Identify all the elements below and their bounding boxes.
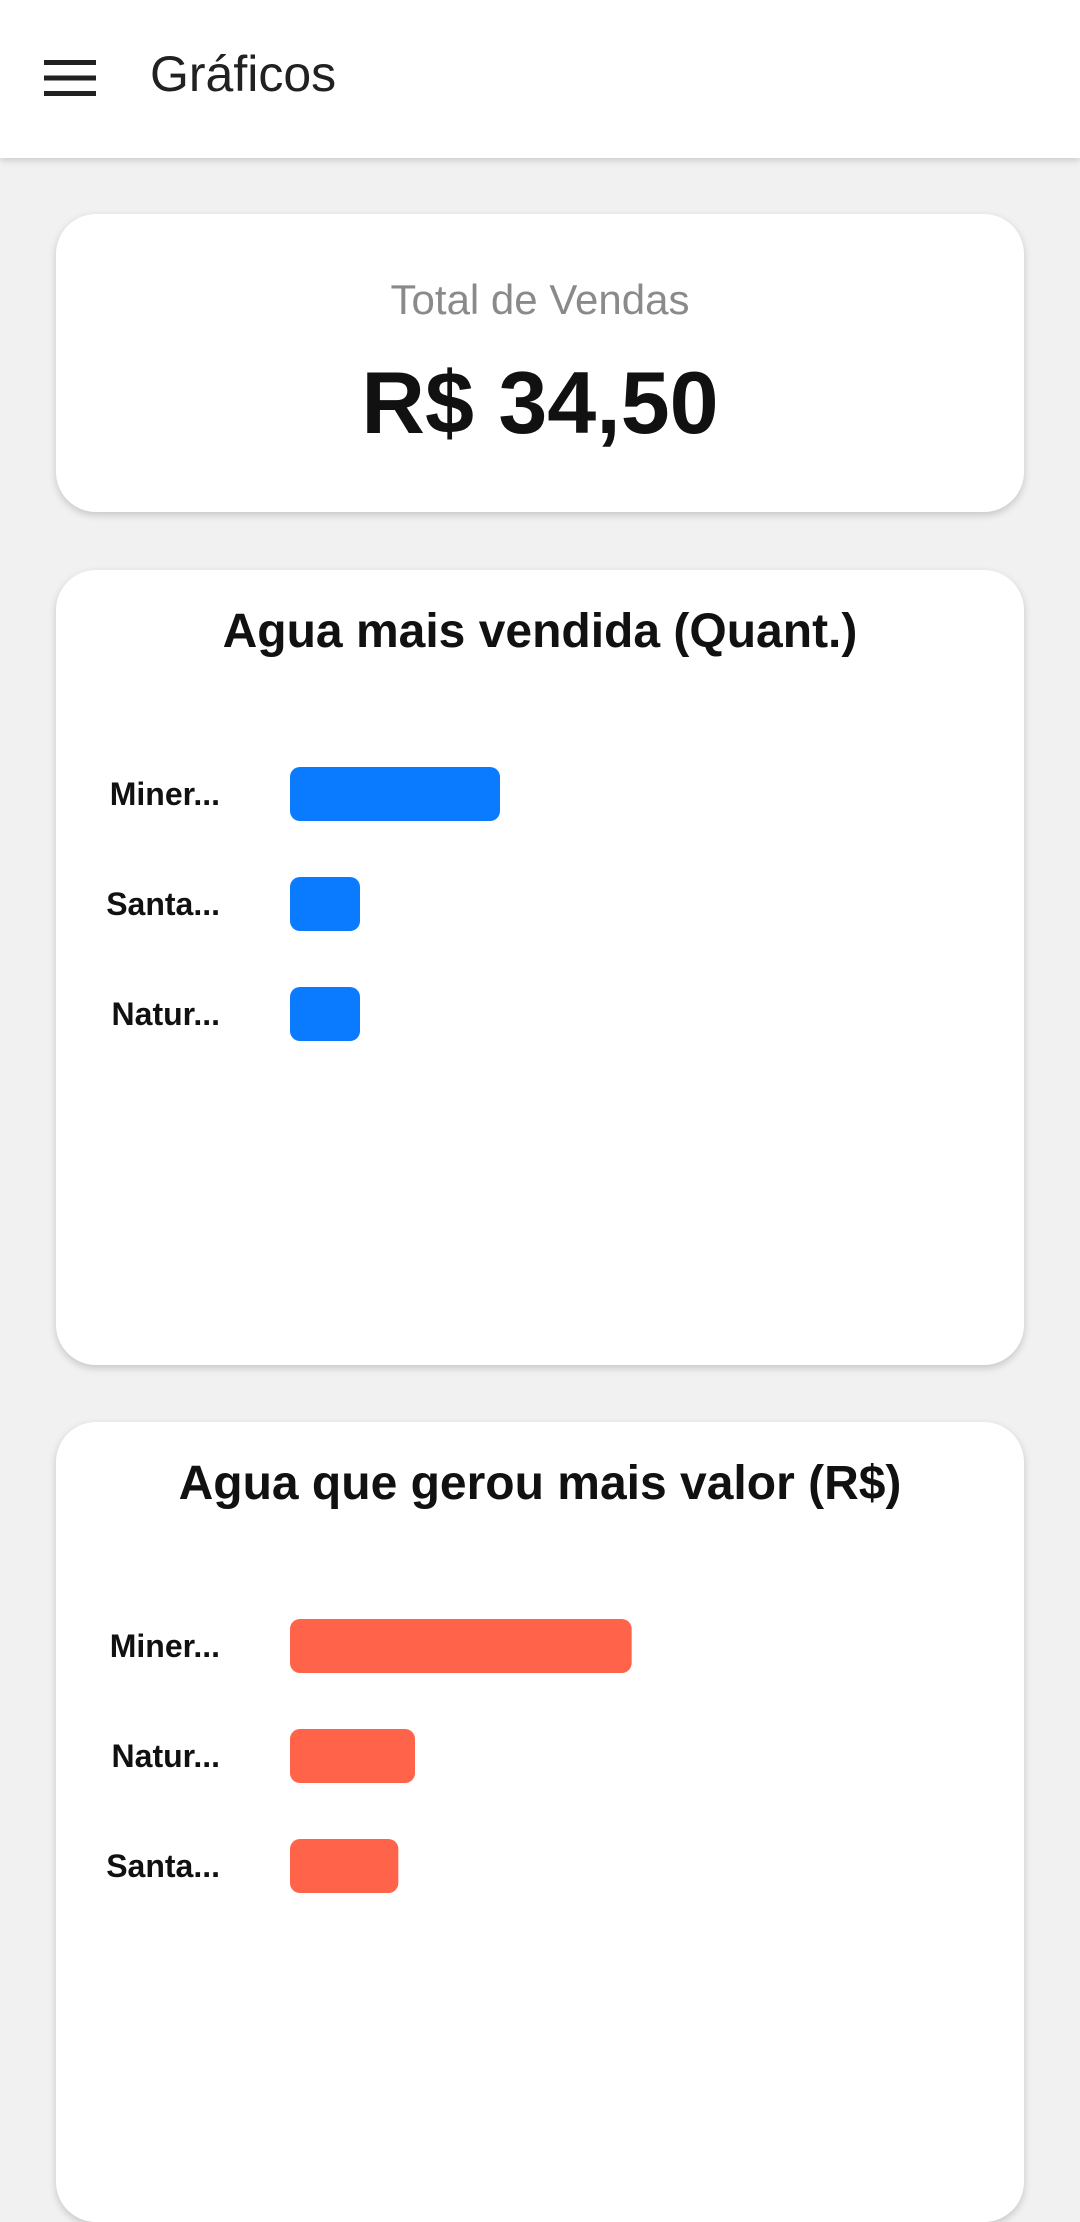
bar-label-quantity-2: Natur... [112,996,220,1032]
quantity-chart-card: Agua mais vendida (Quant.) Miner... Santa… [56,570,1024,1365]
bar-quantity-1 [290,877,360,931]
total-sales-card: Total de Vendas R$ 34,50 [56,214,1024,512]
bar-label-quantity-1: Santa... [106,886,220,922]
bar-label-value-1: Natur... [112,1738,220,1774]
bar-label-value-0: Miner... [110,1628,220,1664]
bar-value-0 [290,1619,632,1673]
app-bar: Gráficos [0,0,1080,158]
bar-quantity-2 [290,987,360,1041]
page-title: Gráficos [150,46,337,102]
bar-quantity-0 [290,767,500,821]
value-chart-card: Agua que gerou mais valor (R$) Miner... N… [56,1422,1024,2222]
quantity-bar-chart: Miner... Santa... Natur... [106,767,500,1041]
bar-label-value-2: Santa... [106,1848,220,1884]
bar-value-1 [290,1729,415,1783]
total-sales-value: R$ 34,50 [361,353,719,452]
bar-value-2 [290,1839,399,1893]
bar-label-quantity-0: Miner... [110,776,220,812]
hamburger-menu-icon [44,60,96,96]
value-bar-chart: Miner... Natur... Santa... [106,1619,632,1893]
total-sales-label: Total de Vendas [390,276,690,323]
menu-button[interactable] [28,36,112,120]
